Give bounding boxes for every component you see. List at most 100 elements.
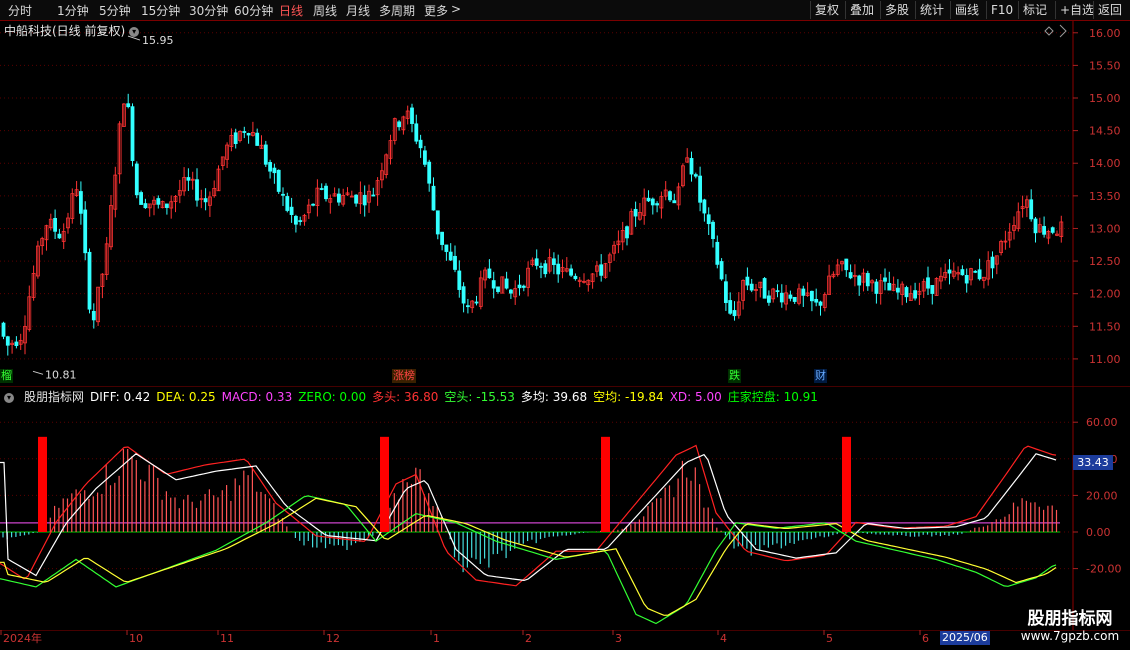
candle-body bbox=[91, 310, 96, 321]
candle-body bbox=[487, 268, 492, 279]
candle-body bbox=[788, 294, 793, 299]
candle-body bbox=[539, 265, 543, 268]
candle-body bbox=[87, 251, 92, 310]
candle-body bbox=[668, 191, 672, 201]
candle-body bbox=[491, 280, 496, 289]
tab-period-0[interactable]: 分时 bbox=[8, 2, 32, 19]
date-tick-label: 10 bbox=[129, 632, 143, 645]
candle-body bbox=[242, 131, 247, 133]
signal-bar-0 bbox=[38, 436, 47, 532]
date-tick-label: 1 bbox=[433, 632, 440, 645]
indicator-current-value: 33.43 bbox=[1073, 455, 1113, 470]
candle-body bbox=[186, 177, 191, 181]
event-marker-1[interactable]: 跌 bbox=[728, 369, 741, 383]
toolbar-button-5[interactable]: F10 bbox=[986, 1, 1017, 19]
tab-period-2[interactable]: 5分钟 bbox=[99, 2, 131, 19]
candle-body bbox=[289, 206, 294, 215]
candle-body bbox=[792, 296, 797, 302]
indicator-name: 股朋指标网 bbox=[24, 390, 85, 404]
candle-body bbox=[427, 161, 432, 184]
candle-body bbox=[732, 310, 737, 317]
candle-body bbox=[195, 179, 199, 201]
candle-body bbox=[362, 194, 367, 206]
tab-period-1[interactable]: 1分钟 bbox=[57, 2, 89, 19]
candle-body bbox=[926, 277, 930, 289]
date-tick-label: 2 bbox=[525, 632, 532, 645]
candle-body bbox=[263, 144, 268, 165]
signal-bar-1 bbox=[380, 436, 389, 532]
toolbar-button-1[interactable]: 叠加 bbox=[845, 1, 878, 19]
toolbar-button-3[interactable]: 统计 bbox=[915, 1, 948, 19]
candle-body bbox=[745, 276, 750, 286]
candle-body bbox=[57, 233, 62, 239]
candle-body bbox=[767, 295, 771, 303]
indicator-legend: ▾ 股朋指标网 DIFF: 0.42 DEA: 0.25 MACD: 0.33 ZERO:… bbox=[4, 388, 824, 405]
candle-body bbox=[904, 287, 909, 298]
candle-body bbox=[801, 288, 806, 296]
candle-body bbox=[543, 263, 548, 275]
tab-period-6[interactable]: 日线 bbox=[279, 2, 303, 19]
candle-body bbox=[156, 198, 161, 205]
event-marker-0[interactable]: 涨榜 bbox=[392, 369, 416, 383]
tab-period-9[interactable]: 多周期 bbox=[379, 2, 415, 19]
candle-body bbox=[672, 200, 677, 204]
candle-body bbox=[293, 215, 298, 225]
indicator-chart[interactable]: 60.0040.0020.000.00-20.00 bbox=[0, 386, 1130, 630]
chevron-right-icon[interactable]: > bbox=[451, 2, 461, 16]
tab-period-5[interactable]: 60分钟 bbox=[234, 2, 273, 19]
tab-period-3[interactable]: 15分钟 bbox=[141, 2, 180, 19]
high-price-label: 15.95 bbox=[142, 34, 174, 47]
signal-bar-2 bbox=[601, 436, 610, 532]
candle-body bbox=[633, 208, 638, 217]
tab-period-10[interactable]: 更多 bbox=[424, 2, 448, 19]
toolbar-button-4[interactable]: 画线 bbox=[950, 1, 983, 19]
candle-body bbox=[448, 251, 453, 261]
date-tick-label: 6 bbox=[922, 632, 929, 645]
toolbar-button-2[interactable]: 多股 bbox=[880, 1, 913, 19]
candle-body bbox=[319, 188, 324, 190]
tab-period-7[interactable]: 周线 bbox=[313, 2, 337, 19]
candle-body bbox=[203, 198, 208, 203]
watermark-title: 股朋指标网 bbox=[1027, 609, 1113, 629]
candle-body bbox=[874, 281, 879, 294]
candle-body bbox=[964, 274, 969, 284]
chevron-down-icon[interactable]: ▾ bbox=[129, 27, 140, 37]
candle-body bbox=[1, 322, 6, 337]
candle-body bbox=[504, 278, 509, 289]
candle-body bbox=[973, 270, 978, 273]
candle-body bbox=[255, 132, 260, 146]
watermark: 股朋指标网 www.7gpzb.com bbox=[1010, 604, 1130, 643]
tab-period-4[interactable]: 30分钟 bbox=[189, 2, 228, 19]
price-tick-label: 15.50 bbox=[1089, 59, 1121, 72]
date-tick-label: 12 bbox=[326, 632, 340, 645]
period-toolbar: 分时 1分钟 5分钟 15分钟 30分钟 60分钟 日线 周线 月线 多周期 更多 > 复权 叠加 多股 统计… bbox=[0, 0, 1130, 21]
candle-body bbox=[947, 269, 952, 274]
tab-period-8[interactable]: 月线 bbox=[346, 2, 370, 19]
candle-body bbox=[298, 220, 303, 222]
candle-body bbox=[143, 203, 148, 209]
price-tick-label: 15.00 bbox=[1089, 92, 1121, 105]
date-tick-label: 3 bbox=[615, 632, 622, 645]
stock-title: 中船科技(日线 前复权) ▾ bbox=[4, 22, 140, 39]
toolbar-button-6[interactable]: 标记 bbox=[1018, 1, 1051, 19]
candle-body bbox=[83, 209, 88, 254]
candle-body bbox=[457, 270, 462, 290]
indicator-value-2: MACD: 0.33 bbox=[221, 390, 293, 404]
candle-body bbox=[53, 218, 57, 232]
chevron-down-icon[interactable]: ▾ bbox=[4, 393, 14, 403]
indicator-value-9: 庄家控盘: 10.91 bbox=[727, 390, 818, 404]
candle-body bbox=[977, 269, 982, 280]
event-marker-2[interactable]: 财 bbox=[814, 369, 827, 383]
watermark-url: www.7gpzb.com bbox=[1020, 629, 1120, 643]
candle-body bbox=[79, 191, 83, 214]
candlestick-chart[interactable]: 16.00 15.50 15.00 14.50 14.00 13.50 13.00 12.50… bbox=[0, 21, 1130, 386]
candle-body bbox=[848, 272, 853, 279]
candle-body bbox=[534, 258, 539, 266]
candle-body bbox=[749, 283, 754, 291]
toolbar-button-8[interactable]: 返回 bbox=[1093, 1, 1126, 19]
candle-body bbox=[311, 203, 316, 206]
signal-bar-3 bbox=[842, 436, 851, 532]
toolbar-button-0[interactable]: 复权 bbox=[810, 1, 843, 19]
toolbar-button-7[interactable]: +自选 bbox=[1055, 1, 1098, 19]
edge-event-marker[interactable]: 榴 bbox=[0, 369, 13, 383]
